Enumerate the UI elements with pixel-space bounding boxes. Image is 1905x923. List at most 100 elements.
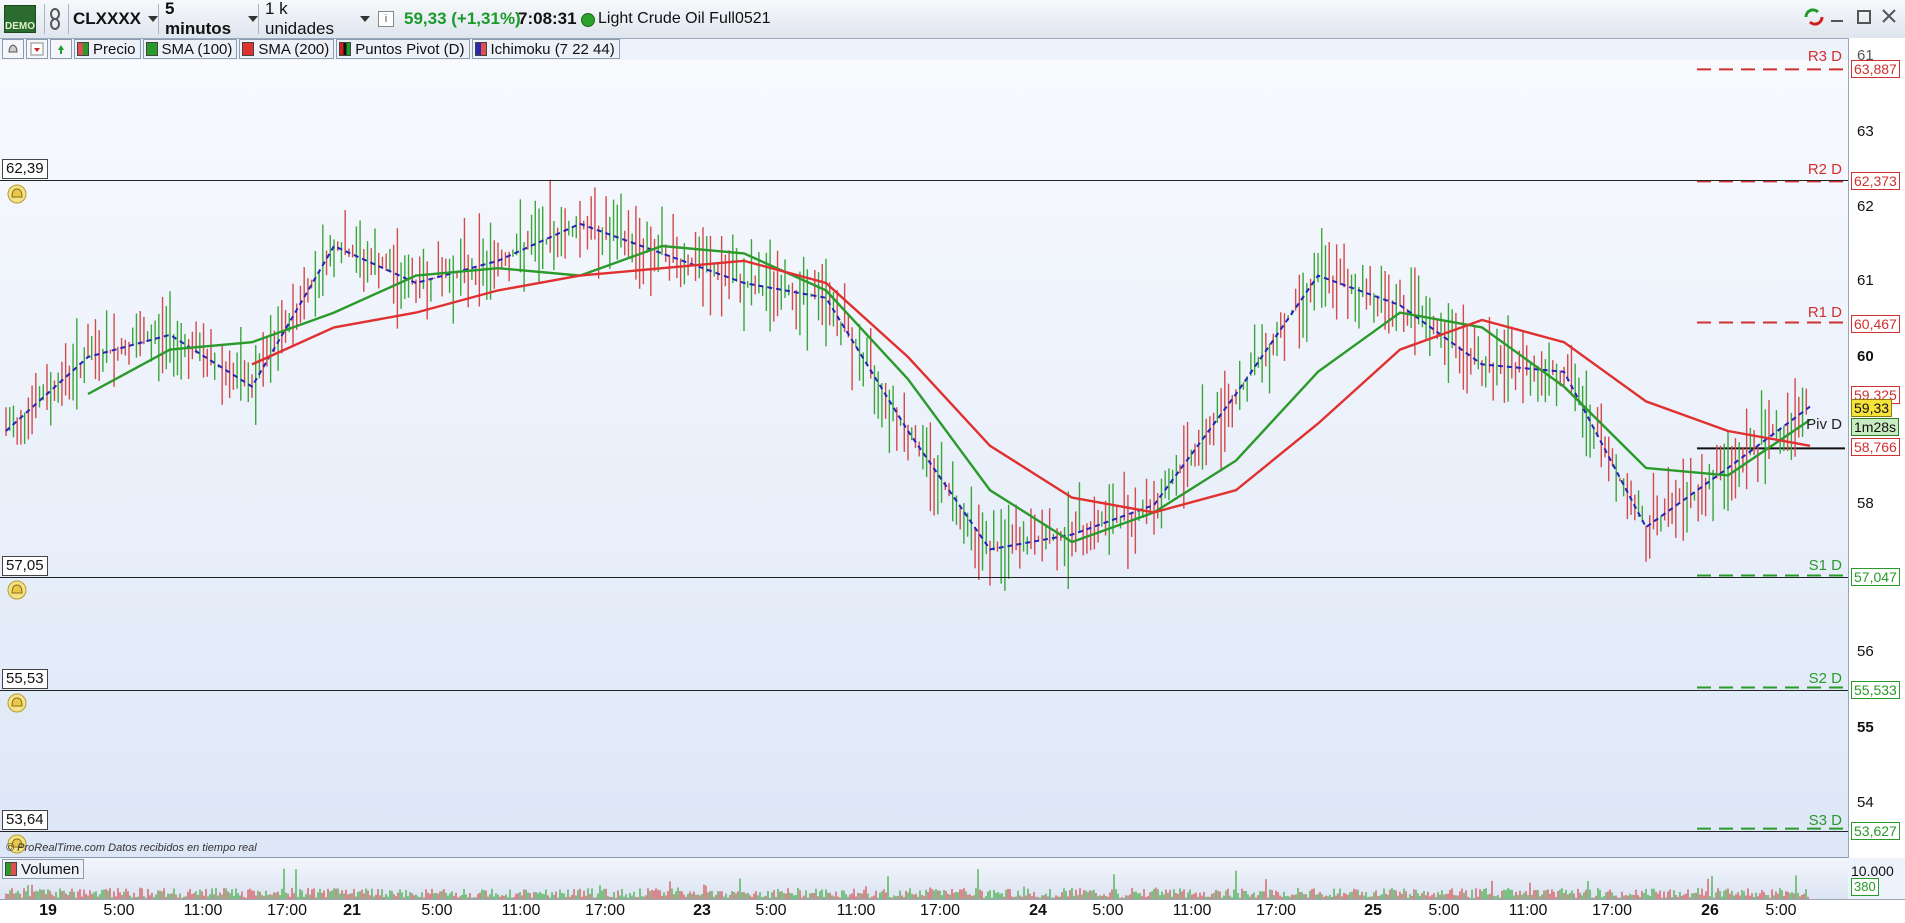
pivot-s3-value: 53,627 [1851,822,1900,840]
indicator-legend: Precio SMA (100) SMA (200) Puntos Pivot … [0,38,620,60]
pivot-s1-value: 57,047 [1851,568,1900,586]
timeframe-selector[interactable]: 5 minutos [158,0,258,38]
price-chart[interactable]: 62,39 57,05 55,53 53,64 R3 D R2 D R1 D P… [0,48,1848,857]
volume-bars-svg [5,868,1809,900]
time-label: 17:00 [584,902,626,919]
time-label: 5:00 [1092,902,1124,919]
minimize-icon[interactable] [1829,8,1845,24]
volume-title[interactable]: Volumen [2,859,85,879]
price-tick: 58 [1857,495,1874,512]
time-label: 11:00 [1172,902,1212,919]
alert-line-label: 55,53 [2,669,48,689]
alert-line-label: 62,39 [2,159,48,179]
price-tick: 62 [1857,198,1874,215]
download-icon[interactable] [26,39,48,59]
chevron-down-icon [360,16,370,22]
volume-swatch [5,862,17,876]
price-tick: 61 [1857,272,1874,289]
alert-line[interactable] [0,690,1848,691]
timeframe-label: 5 minutos [165,0,232,38]
precio-swatch [77,42,89,56]
time-label: 11:00 [501,902,541,919]
time-label: 17:00 [919,902,961,919]
link-icon[interactable] [44,4,64,34]
units-label: 1 k unidades [265,0,335,38]
pivot-r2-label: R2 D [1807,161,1842,178]
time-label: 11:00 [1508,902,1548,919]
alert-line-label: 53,64 [2,810,48,830]
bell-icon[interactable] [6,580,28,600]
time-label: 17:00 [1591,902,1633,919]
time-label: 5:00 [755,902,787,919]
pivot-r1-label: R1 D [1807,304,1842,321]
price-tick: 56 [1857,643,1874,660]
demo-badge: DEMO [4,5,36,33]
alert-line[interactable] [0,831,1848,832]
time-label: 5:00 [103,902,135,919]
main-toolbar: DEMO CLXXXX 5 minutos 1 k unidades i 59,… [0,0,1905,39]
volume-label: Volumen [21,860,80,878]
alert-line[interactable] [0,577,1848,578]
time-label: 17:00 [1255,902,1297,919]
price-tick: 63 [1857,123,1874,140]
ticker-selector[interactable]: CLXXXX [68,4,159,34]
time-label: 26 [1701,902,1719,919]
price-axis[interactable]: 61 63,887 63 62,373 62 61 60,467 60 59,3… [1848,38,1905,896]
legend-item-ichimoku[interactable]: Ichimoku (7 22 44) [471,39,620,59]
time-label: 24 [1029,902,1047,919]
ticker-label: CLXXXX [73,9,142,28]
time-label: 17:00 [266,902,308,919]
info-icon[interactable]: i [378,11,394,27]
legend-label: Ichimoku (7 22 44) [490,40,615,58]
legend-label: Puntos Pivot (D) [355,40,465,58]
alert-line-label: 57,05 [2,556,48,576]
time-label: 23 [693,902,711,919]
legend-item-precio[interactable]: Precio [74,39,141,59]
pivot-piv-label: Piv D [1806,416,1842,433]
current-price-tag: 59,33 [1851,399,1893,417]
pivot-r3-label: R3 D [1807,48,1842,65]
maximize-icon[interactable] [1855,8,1871,24]
instrument-name: Light Crude Oil Full0521 [598,10,771,27]
bell-icon[interactable] [6,693,28,713]
price-tick: 60 [1857,348,1874,365]
series-line-sma100 [87,244,1811,544]
time-label: 25 [1364,902,1382,919]
legend-item-pivot[interactable]: Puntos Pivot (D) [336,39,470,59]
sma100-swatch [145,42,158,56]
close-icon[interactable] [1881,8,1897,24]
upload-icon[interactable] [50,39,72,59]
time-label: 5:00 [421,902,453,919]
time-axis[interactable]: 19 5:00 11:00 17:00 21 5:00 11:00 17:00 … [0,899,1905,923]
watermark: © ProRealTime.com Datos recibidos en tie… [6,842,257,854]
volume-scale: 10.000 [1851,863,1894,879]
pivot-s2-label: S2 D [1808,670,1842,687]
ichimoku-swatch [474,42,487,56]
chevron-down-icon [248,16,258,22]
legend-item-sma200[interactable]: SMA (200) [239,39,335,59]
window-controls [1803,8,1897,26]
legend-label: Precio [93,40,136,58]
price-candles [5,179,1807,591]
legend-label: SMA (200) [258,40,330,58]
units-selector[interactable]: 1 k unidades [258,0,370,38]
series-line-sma200 [251,259,1811,514]
time-label: 21 [343,902,361,919]
refresh-icon[interactable] [1803,8,1824,26]
time-label: 11:00 [836,902,876,919]
time-label: 11:00 [183,902,223,919]
alert-bell-icon[interactable] [2,39,24,59]
bell-icon[interactable] [6,184,28,204]
pivot-r1-value: 60,467 [1851,315,1900,333]
alert-line[interactable] [0,180,1848,181]
pivot-r3-value: 63,887 [1851,60,1900,78]
price-tick: 55 [1857,719,1874,736]
legend-item-sma100[interactable]: SMA (100) [142,39,238,59]
volume-value-tag: 380 [1851,878,1879,896]
pivot-s2-value: 55,533 [1851,681,1900,699]
countdown-tag: 1m28s [1851,418,1900,436]
time-label: 5:00 [1765,902,1797,919]
demo-logo[interactable]: DEMO [4,4,40,34]
time-label: 5:00 [1428,902,1460,919]
volume-panel[interactable]: Volumen [0,857,1848,900]
